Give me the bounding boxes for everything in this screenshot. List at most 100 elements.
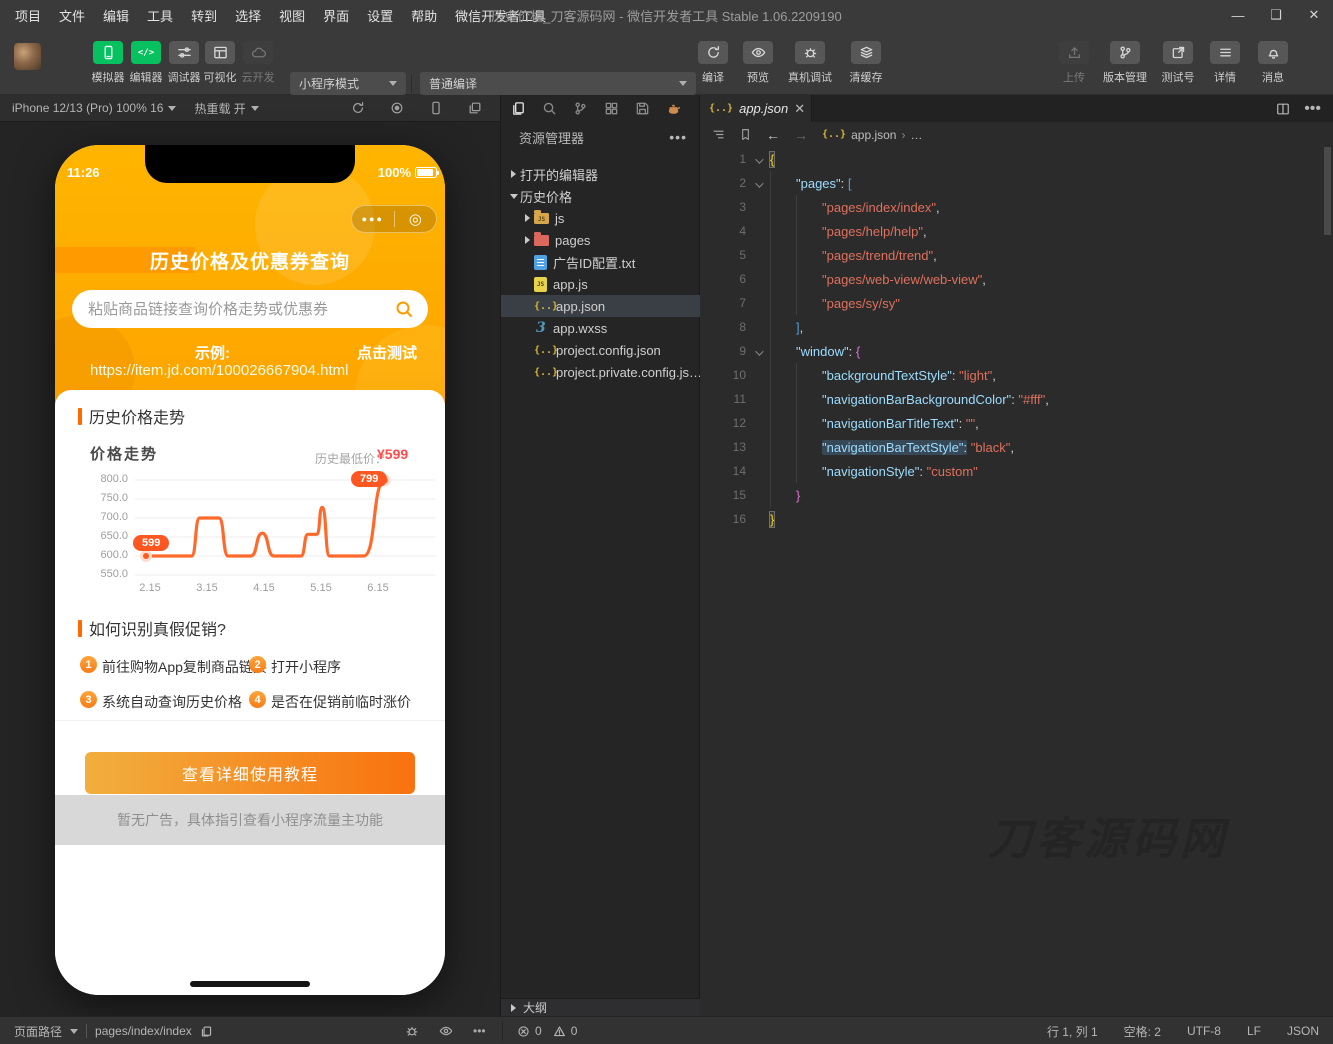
scrollbar[interactable] bbox=[1324, 147, 1331, 235]
files-icon[interactable] bbox=[511, 101, 526, 116]
copy-icon[interactable] bbox=[200, 1025, 213, 1038]
eol[interactable]: LF bbox=[1247, 1024, 1261, 1038]
watermark: 刀客源码网 bbox=[988, 815, 1228, 864]
menu-item[interactable]: 文件 bbox=[50, 6, 94, 25]
fold-chevron-icon[interactable] bbox=[746, 152, 770, 167]
exit-target-icon[interactable]: ◎ bbox=[395, 212, 437, 227]
forward-arrow-icon[interactable]: → bbox=[794, 127, 808, 143]
code-line[interactable]: 3 "pages/index/index", bbox=[700, 195, 1333, 219]
record-icon[interactable] bbox=[390, 101, 404, 115]
page-path-label[interactable]: 页面路径 bbox=[14, 1023, 62, 1040]
tree-item-app.js[interactable]: app.js bbox=[501, 273, 701, 295]
menu-item[interactable]: 微信开发者工具 bbox=[446, 6, 555, 25]
outline-section[interactable]: 大纲 bbox=[501, 998, 701, 1016]
code-line[interactable]: 13 "navigationBarTextStyle": "black", bbox=[700, 435, 1333, 459]
test-account-button[interactable]: 测试号 bbox=[1152, 41, 1204, 85]
menu-item[interactable]: 转到 bbox=[182, 6, 226, 25]
more-icon[interactable]: ••• bbox=[669, 129, 687, 145]
multi-window-icon[interactable] bbox=[468, 101, 482, 115]
code-line[interactable]: 15} bbox=[700, 483, 1333, 507]
bug-icon[interactable] bbox=[405, 1024, 419, 1038]
save-icon[interactable] bbox=[635, 101, 650, 116]
device-frame-icon[interactable] bbox=[429, 101, 443, 115]
search-icon[interactable] bbox=[542, 101, 557, 116]
teapot-icon[interactable] bbox=[666, 101, 681, 116]
menu-item[interactable]: 选择 bbox=[226, 6, 270, 25]
avatar[interactable] bbox=[14, 43, 41, 70]
tab-app-json[interactable]: {..} app.json ✕ bbox=[700, 95, 812, 122]
messages-button[interactable]: 消息 bbox=[1247, 41, 1299, 85]
code-line[interactable]: 10 "backgroundTextStyle": "light", bbox=[700, 363, 1333, 387]
remote-debug-button[interactable]: 真机调试 bbox=[778, 41, 842, 85]
minimize-icon[interactable]: — bbox=[1219, 0, 1257, 30]
code-line[interactable]: 6 "pages/web-view/web-view", bbox=[700, 267, 1333, 291]
code-line[interactable]: 1{ bbox=[700, 147, 1333, 171]
code-line[interactable]: 9 "window": { bbox=[700, 339, 1333, 363]
tree-item-project.config.json[interactable]: project.config.json bbox=[501, 339, 701, 361]
maximize-icon[interactable]: ❑ bbox=[1257, 0, 1295, 30]
close-icon[interactable]: ✕ bbox=[1295, 0, 1333, 30]
version-control-button[interactable]: 版本管理 bbox=[1091, 41, 1159, 85]
tutorial-button[interactable]: 查看详细使用教程 bbox=[85, 752, 415, 794]
chevron-down-icon[interactable] bbox=[70, 1028, 79, 1034]
menu-item[interactable]: 项目 bbox=[6, 6, 50, 25]
back-arrow-icon[interactable]: ← bbox=[766, 127, 780, 143]
encoding[interactable]: UTF-8 bbox=[1187, 1024, 1221, 1038]
details-button[interactable]: 详情 bbox=[1199, 41, 1251, 85]
tree-item-app.json[interactable]: app.json bbox=[501, 295, 701, 317]
cursor-position[interactable]: 行 1, 列 1 bbox=[1047, 1023, 1098, 1040]
more-dots-icon[interactable]: ●●● bbox=[352, 214, 394, 224]
language-mode[interactable]: JSON bbox=[1287, 1024, 1319, 1038]
menu-item[interactable]: 工具 bbox=[138, 6, 182, 25]
code-text: "pages/sy/sy" bbox=[822, 295, 900, 311]
tree-item-project.private.config.js[interactable]: project.private.config.js… bbox=[501, 361, 701, 383]
problems-indicator[interactable]: 0 0 bbox=[517, 1017, 577, 1044]
extensions-grid-icon[interactable] bbox=[604, 101, 619, 116]
clear-cache-button[interactable]: 清缓存 bbox=[838, 41, 894, 85]
compile-mode-select[interactable]: 普通编译 bbox=[420, 72, 696, 95]
device-select[interactable]: iPhone 12/13 (Pro) 100% 16 bbox=[12, 101, 177, 115]
code-line[interactable]: 4 "pages/help/help", bbox=[700, 219, 1333, 243]
code-line[interactable]: 2 "pages": [ bbox=[700, 171, 1333, 195]
cloud-dev-tab-button[interactable]: 云开发 bbox=[236, 41, 280, 85]
tree-item-app.wxss[interactable]: app.wxss bbox=[501, 317, 701, 339]
git-branch-icon[interactable] bbox=[573, 101, 588, 116]
more-icon[interactable]: ••• bbox=[1304, 100, 1321, 118]
code-line[interactable]: 16} bbox=[700, 507, 1333, 531]
tree-item-ID.txt[interactable]: 广告ID配置.txt bbox=[501, 251, 701, 273]
menu-item[interactable]: 帮助 bbox=[402, 6, 446, 25]
eye-icon[interactable] bbox=[439, 1024, 453, 1038]
outline-list-icon[interactable] bbox=[712, 128, 725, 141]
indentation[interactable]: 空格: 2 bbox=[1124, 1023, 1161, 1040]
menu-item[interactable]: 界面 bbox=[314, 6, 358, 25]
mode-select[interactable]: 小程序模式 bbox=[290, 72, 406, 95]
external-link-icon bbox=[1163, 41, 1193, 64]
tree-item-js[interactable]: js bbox=[501, 207, 701, 229]
hot-reload-toggle[interactable]: 热重载 开 bbox=[194, 100, 259, 117]
close-icon[interactable]: ✕ bbox=[794, 101, 805, 117]
code-line[interactable]: 12 "navigationBarTitleText": "", bbox=[700, 411, 1333, 435]
breadcrumb-file[interactable]: {..} app.json › … bbox=[822, 128, 922, 142]
tree-item-pages[interactable]: pages bbox=[501, 229, 701, 251]
preview-button[interactable]: 预览 bbox=[732, 41, 784, 85]
code-line[interactable]: 8], bbox=[700, 315, 1333, 339]
code-area[interactable]: 1{2 "pages": [3 "pages/index/index", 4 "page… bbox=[700, 147, 1333, 531]
menu-item[interactable]: 视图 bbox=[270, 6, 314, 25]
fold-chevron-icon[interactable] bbox=[746, 344, 770, 359]
code-line[interactable]: 7 "pages/sy/sy" bbox=[700, 291, 1333, 315]
tree-item-[interactable]: 打开的编辑器 bbox=[501, 163, 701, 185]
test-link[interactable]: 点击测试 bbox=[357, 342, 417, 363]
more-icon[interactable]: ••• bbox=[473, 1024, 486, 1038]
code-line[interactable]: 11 "navigationBarBackgroundColor": "#fff"… bbox=[700, 387, 1333, 411]
menu-item[interactable]: 编辑 bbox=[94, 6, 138, 25]
bookmark-icon[interactable] bbox=[739, 128, 752, 141]
code-line[interactable]: 14 "navigationStyle": "custom" bbox=[700, 459, 1333, 483]
menu-item[interactable]: 设置 bbox=[358, 6, 402, 25]
split-editor-icon[interactable] bbox=[1276, 102, 1290, 116]
search-input[interactable] bbox=[86, 299, 394, 319]
code-line[interactable]: 5 "pages/trend/trend", bbox=[700, 243, 1333, 267]
example-url[interactable]: https://item.jd.com/100026667904.html bbox=[90, 362, 349, 379]
rotate-icon[interactable] bbox=[351, 101, 365, 115]
tree-item-[interactable]: 历史价格 bbox=[501, 185, 701, 207]
fold-chevron-icon[interactable] bbox=[746, 176, 770, 191]
